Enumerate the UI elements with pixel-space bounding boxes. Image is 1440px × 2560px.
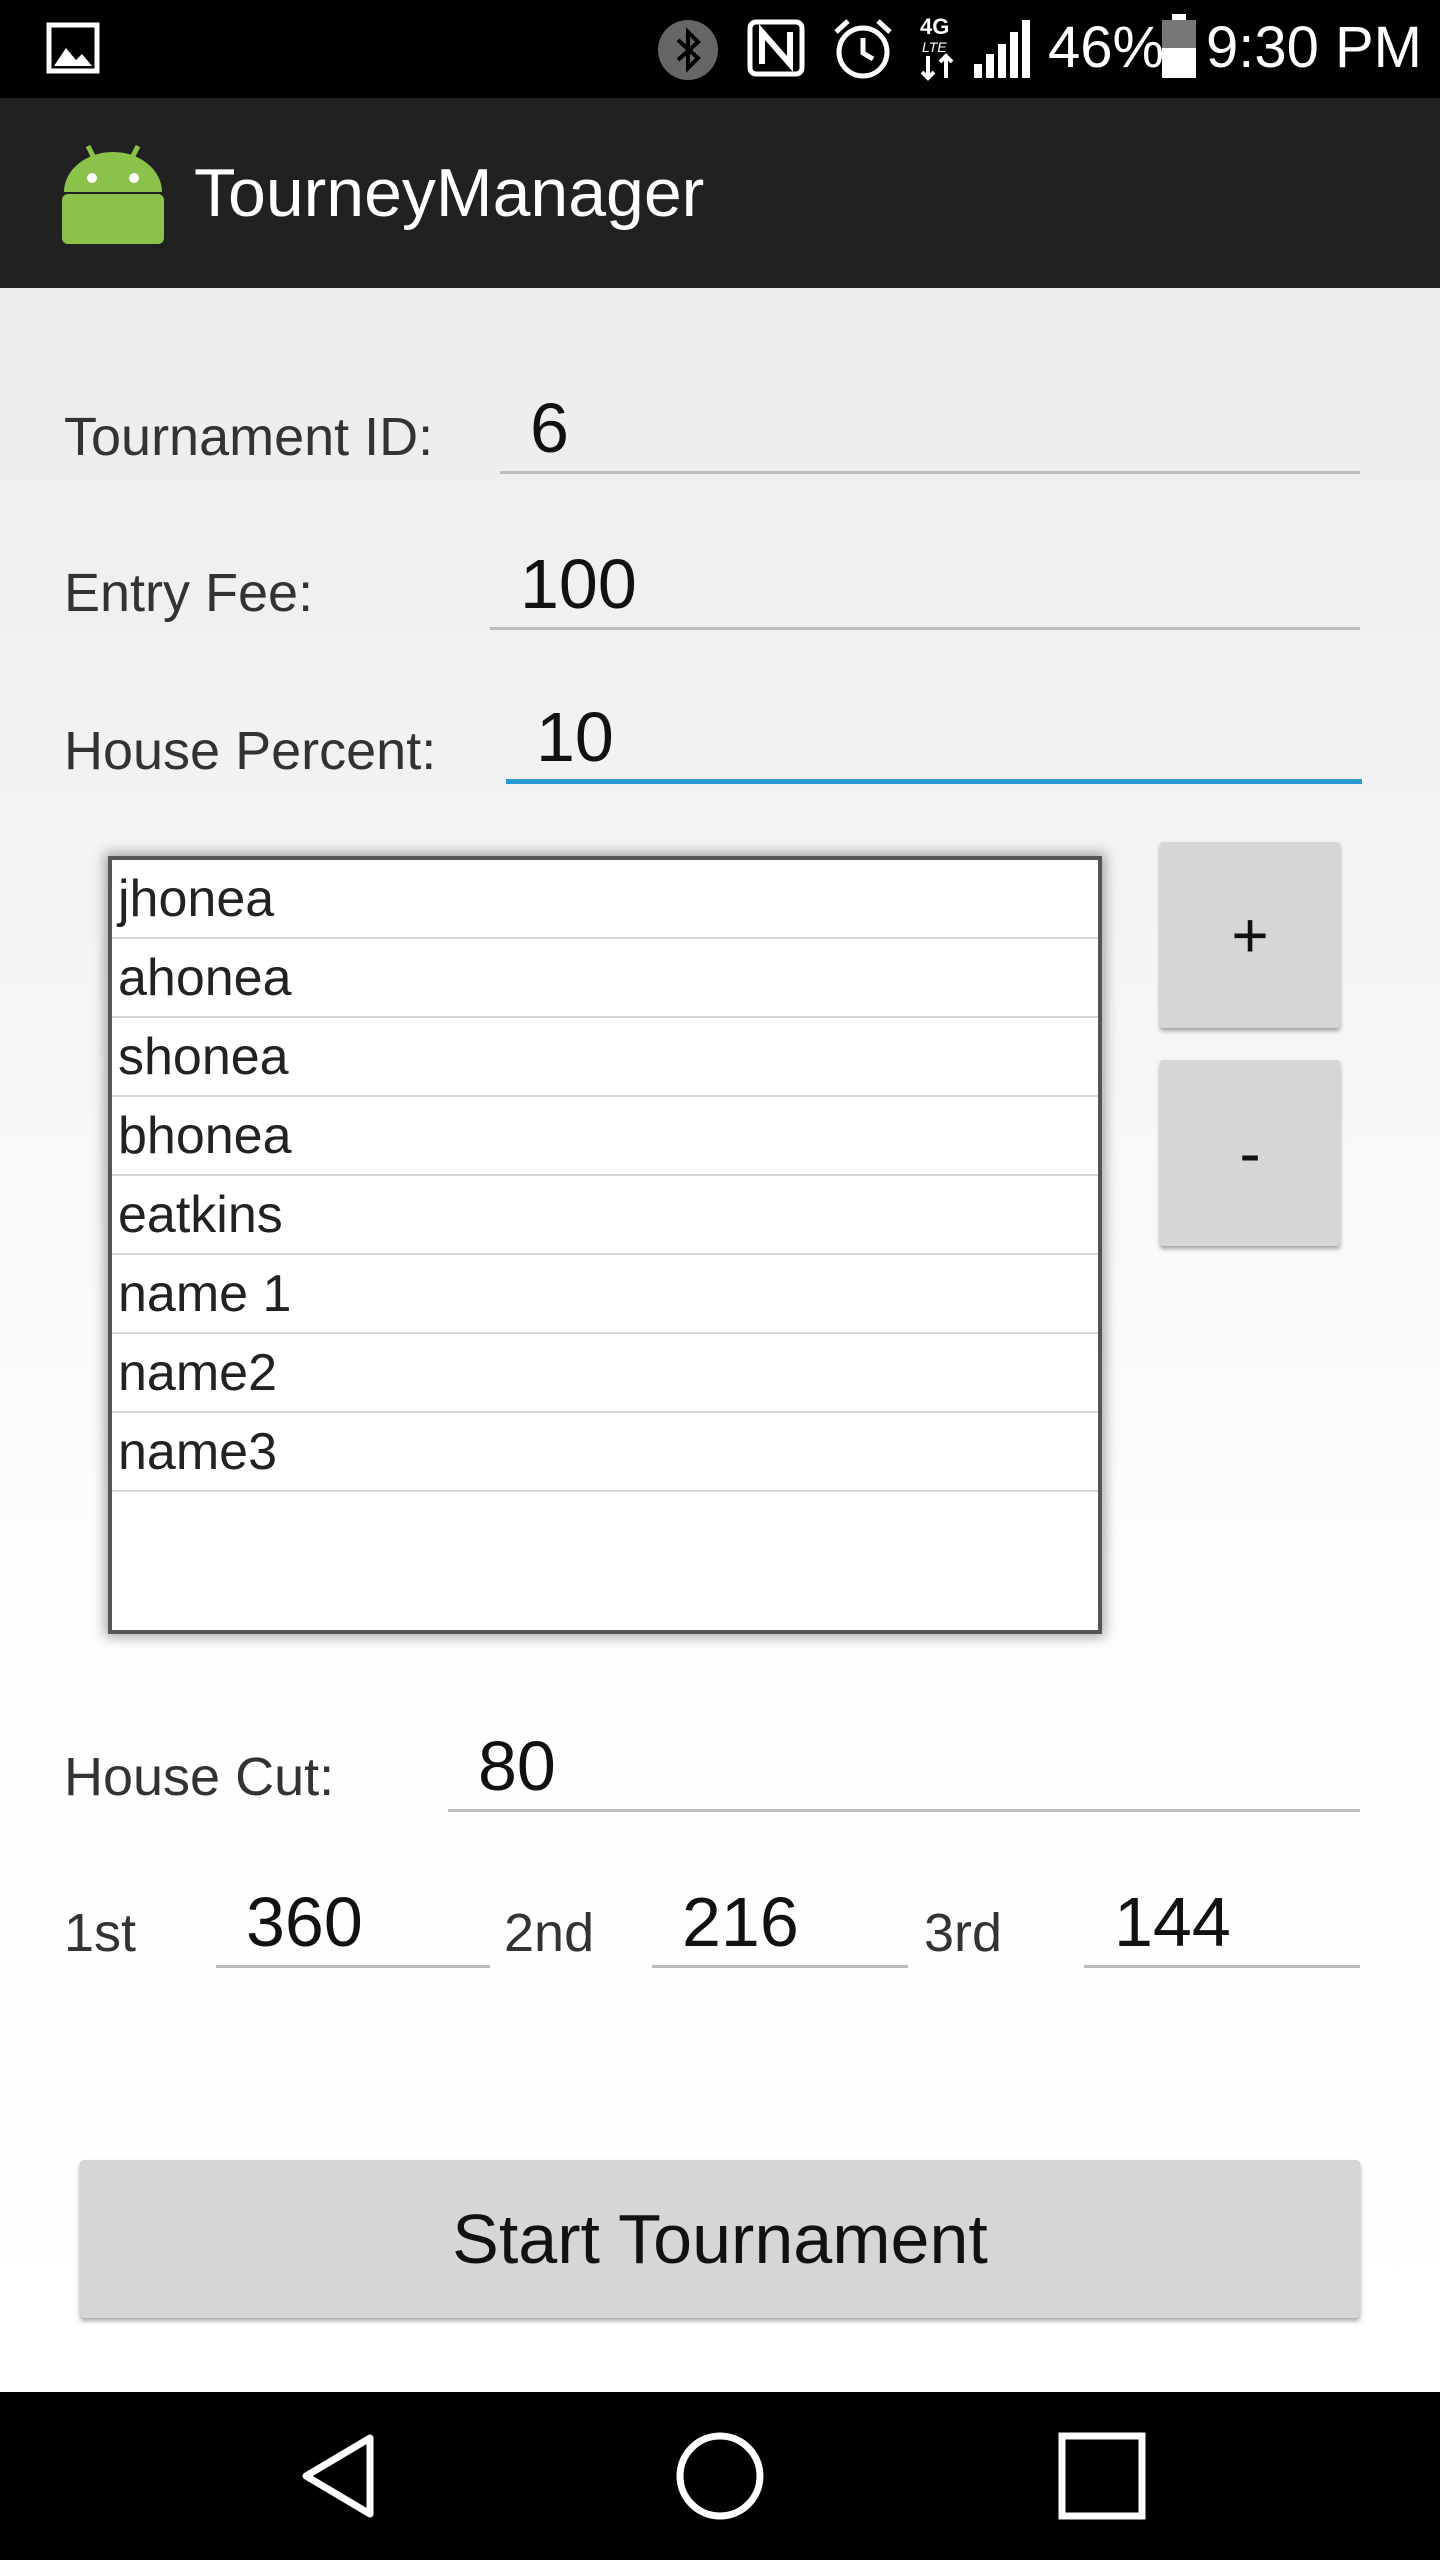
4g-lte-icon: 4G LTE bbox=[920, 14, 954, 81]
app-title: TourneyManager bbox=[194, 155, 705, 231]
list-item[interactable]: name3 bbox=[112, 1413, 1098, 1492]
list-item[interactable]: name 1 bbox=[112, 1255, 1098, 1334]
list-item[interactable]: jhonea bbox=[112, 860, 1098, 939]
entry-fee-input[interactable] bbox=[490, 540, 1360, 627]
main-content: Tournament ID: Entry Fee: House Percent:… bbox=[0, 288, 1440, 2392]
house-cut-field[interactable] bbox=[448, 1722, 1360, 1812]
svg-text:4G: 4G bbox=[920, 14, 949, 39]
android-robot-icon bbox=[62, 144, 164, 244]
remove-player-button[interactable]: - bbox=[1160, 1060, 1340, 1246]
clock: 9:30 PM bbox=[1206, 15, 1422, 80]
player-list[interactable]: jhonea ahonea shonea bhonea eatkins name… bbox=[108, 856, 1102, 1634]
first-place-label: 1st bbox=[64, 1903, 137, 1963]
nfc-icon bbox=[747, 19, 805, 77]
house-percent-input[interactable] bbox=[506, 694, 1362, 779]
tournament-id-label: Tournament ID: bbox=[64, 407, 434, 467]
battery-icon bbox=[1162, 14, 1196, 78]
gallery-icon bbox=[46, 22, 100, 74]
list-item[interactable]: bhonea bbox=[112, 1097, 1098, 1176]
signal-icon bbox=[974, 20, 1030, 78]
home-icon[interactable] bbox=[670, 2426, 770, 2526]
second-place-field[interactable] bbox=[652, 1878, 908, 1968]
tournament-id-field[interactable] bbox=[500, 384, 1360, 474]
add-player-button[interactable]: + bbox=[1160, 842, 1340, 1028]
third-place-field[interactable] bbox=[1084, 1878, 1360, 1968]
list-item[interactable]: eatkins bbox=[112, 1176, 1098, 1255]
tournament-id-input[interactable] bbox=[500, 384, 1360, 471]
app-bar: TourneyManager bbox=[0, 98, 1440, 288]
house-percent-field[interactable] bbox=[506, 694, 1362, 784]
third-place-label: 3rd bbox=[924, 1903, 1003, 1963]
list-item[interactable]: ahonea bbox=[112, 939, 1098, 1018]
status-bar: 4G LTE 46% 9:30 PM bbox=[0, 0, 1440, 98]
house-cut-input[interactable] bbox=[448, 1722, 1360, 1809]
battery-percent: 46% bbox=[1048, 15, 1165, 80]
third-place-input[interactable] bbox=[1084, 1878, 1360, 1965]
svg-text:LTE: LTE bbox=[922, 39, 947, 55]
bluetooth-icon bbox=[658, 20, 718, 80]
list-item[interactable]: shonea bbox=[112, 1018, 1098, 1097]
house-cut-label: House Cut: bbox=[64, 1747, 335, 1807]
navigation-bar bbox=[0, 2392, 1440, 2560]
alarm-icon bbox=[834, 19, 892, 79]
second-place-input[interactable] bbox=[652, 1878, 908, 1965]
entry-fee-label: Entry Fee: bbox=[64, 563, 314, 623]
entry-fee-field[interactable] bbox=[490, 540, 1360, 630]
first-place-input[interactable] bbox=[216, 1878, 490, 1965]
recents-icon[interactable] bbox=[1052, 2426, 1152, 2526]
house-percent-label: House Percent: bbox=[64, 721, 437, 781]
list-item[interactable]: name2 bbox=[112, 1334, 1098, 1413]
first-place-field[interactable] bbox=[216, 1878, 490, 1968]
back-icon[interactable] bbox=[292, 2426, 392, 2526]
second-place-label: 2nd bbox=[504, 1903, 595, 1963]
start-tournament-button[interactable]: Start Tournament bbox=[80, 2160, 1360, 2318]
